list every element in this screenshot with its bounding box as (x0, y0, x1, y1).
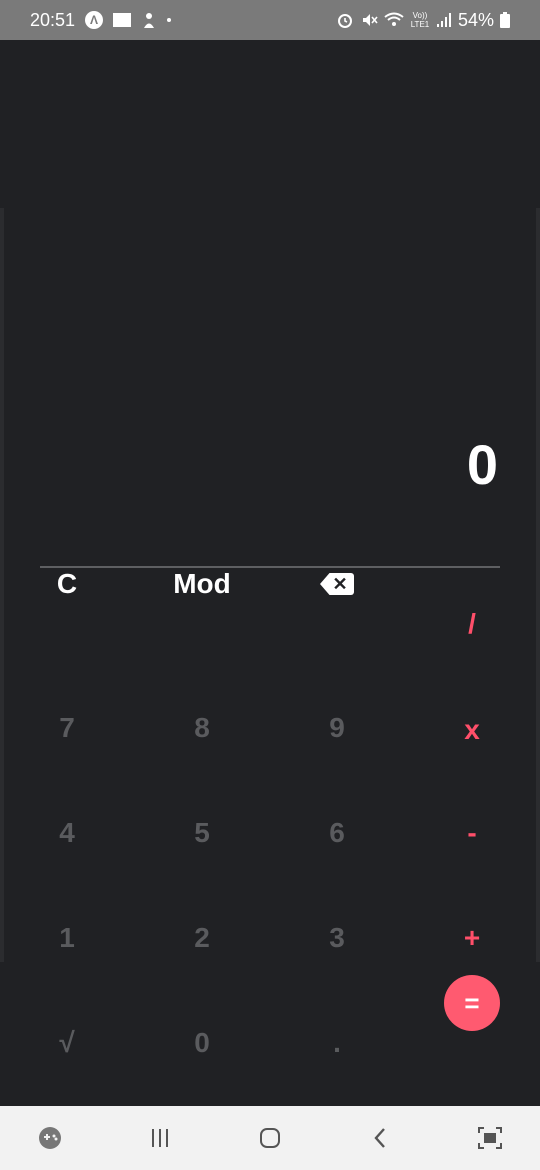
sqrt-button[interactable]: √ (17, 1003, 117, 1083)
home-icon[interactable] (240, 1106, 300, 1170)
digit-7-button[interactable]: 7 (17, 688, 117, 768)
right-edge-panel (536, 208, 540, 962)
left-edge-panel (0, 208, 4, 962)
bonus-icon (141, 11, 157, 29)
mod-button[interactable]: Mod (152, 544, 252, 624)
status-bar: 20:51 Λ Vo)) LTE1 54% (0, 0, 540, 40)
plus-button[interactable]: + (422, 898, 522, 978)
digit-8-button[interactable]: 8 (152, 688, 252, 768)
digit-9-button[interactable]: 9 (287, 688, 387, 768)
decimal-button[interactable]: . (287, 1003, 387, 1083)
digit-1-button[interactable]: 1 (17, 898, 117, 978)
screenshot-icon[interactable] (460, 1106, 520, 1170)
equals-button[interactable]: = (444, 975, 500, 1031)
digit-0-button[interactable]: 0 (152, 1003, 252, 1083)
wifi-icon (384, 12, 404, 28)
divide-button[interactable]: / (422, 584, 522, 664)
network-label: Vo)) LTE1 (410, 11, 430, 29)
signal-icon (436, 12, 452, 28)
recent-apps-icon[interactable] (130, 1106, 190, 1170)
digit-3-button[interactable]: 3 (287, 898, 387, 978)
digit-5-button[interactable]: 5 (152, 793, 252, 873)
backspace-icon: ✕ (320, 573, 354, 595)
minus-button[interactable]: - (422, 793, 522, 873)
dot-icon (167, 18, 172, 22)
back-icon[interactable] (350, 1106, 410, 1170)
battery-icon (500, 12, 510, 28)
result-display: 0 (466, 433, 498, 496)
navigation-bar (0, 1106, 540, 1170)
game-launcher-icon[interactable] (20, 1106, 80, 1170)
battery-percent: 54% (457, 9, 494, 30)
multiply-button[interactable]: x (422, 690, 522, 770)
alarm-icon (336, 11, 354, 29)
backspace-button[interactable]: ✕ (287, 544, 387, 624)
digit-2-button[interactable]: 2 (152, 898, 252, 978)
clear-button[interactable]: C (17, 544, 117, 624)
status-left: 20:51 Λ (30, 9, 172, 31)
mute-icon (360, 11, 378, 29)
status-time: 20:51 (30, 9, 76, 30)
digit-6-button[interactable]: 6 (287, 793, 387, 873)
app-a-icon: Λ (85, 11, 104, 29)
status-right: Vo)) LTE1 54% (336, 10, 510, 31)
notification-icon (113, 13, 132, 27)
digit-4-button[interactable]: 4 (17, 793, 117, 873)
